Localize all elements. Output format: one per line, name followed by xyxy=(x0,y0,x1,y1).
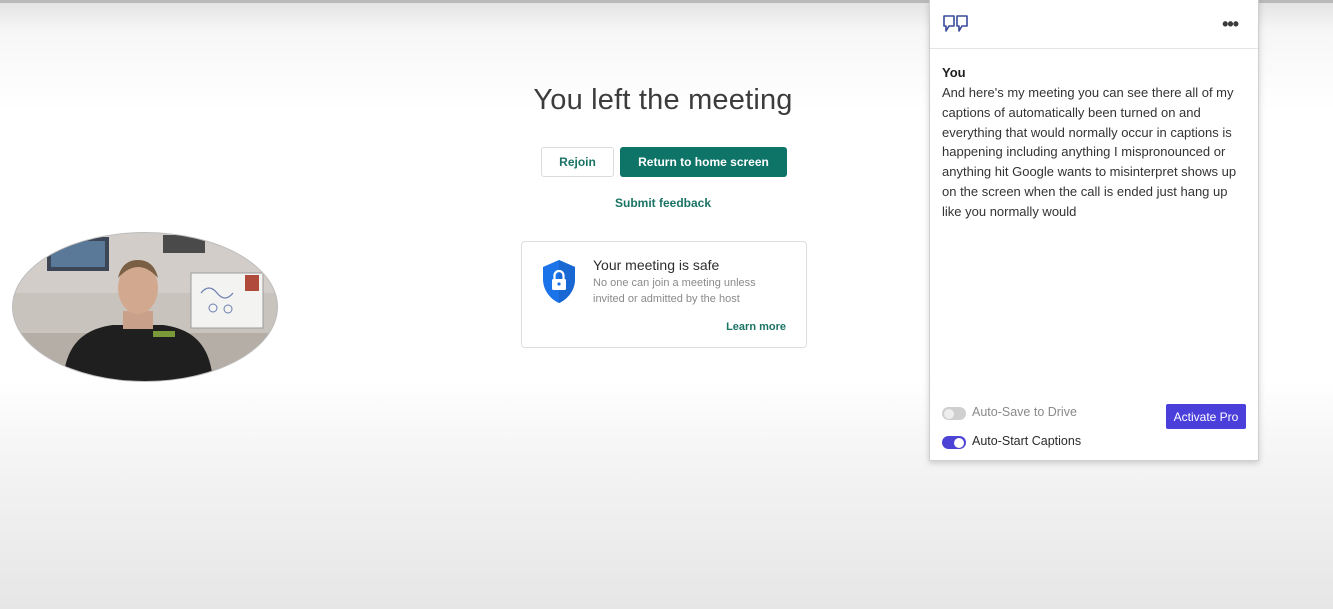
activate-pro-button[interactable]: Activate Pro xyxy=(1166,404,1246,429)
learn-more-link[interactable]: Learn more xyxy=(726,321,786,333)
auto-start-toggle[interactable] xyxy=(942,436,966,449)
safe-description: No one can join a meeting unless invited… xyxy=(593,277,756,305)
auto-start-label: Auto-Start Captions xyxy=(972,434,1082,448)
auto-save-label: Auto-Save to Drive xyxy=(972,405,1077,419)
caption-speaker: You xyxy=(942,65,966,80)
return-home-button[interactable]: Return to home screen xyxy=(620,147,787,177)
meeting-safe-card: Your meeting is safe No one can join a m… xyxy=(521,241,807,348)
safe-title: Your meeting is safe xyxy=(593,257,720,273)
captions-panel: ••• You And here's my meeting you can se… xyxy=(929,0,1259,461)
webcam-bubble xyxy=(12,232,278,382)
auto-save-toggle[interactable] xyxy=(942,407,966,420)
shield-lock-icon xyxy=(543,260,575,303)
quote-icon[interactable] xyxy=(942,14,970,34)
more-options-icon[interactable]: ••• xyxy=(1222,14,1239,35)
panel-header: ••• xyxy=(930,0,1258,49)
rejoin-button[interactable]: Rejoin xyxy=(541,147,614,177)
page-title: You left the meeting xyxy=(533,84,793,116)
webcam-image xyxy=(13,233,277,381)
submit-feedback-link[interactable]: Submit feedback xyxy=(563,196,763,210)
caption-text: And here's my meeting you can see there … xyxy=(942,85,1237,219)
